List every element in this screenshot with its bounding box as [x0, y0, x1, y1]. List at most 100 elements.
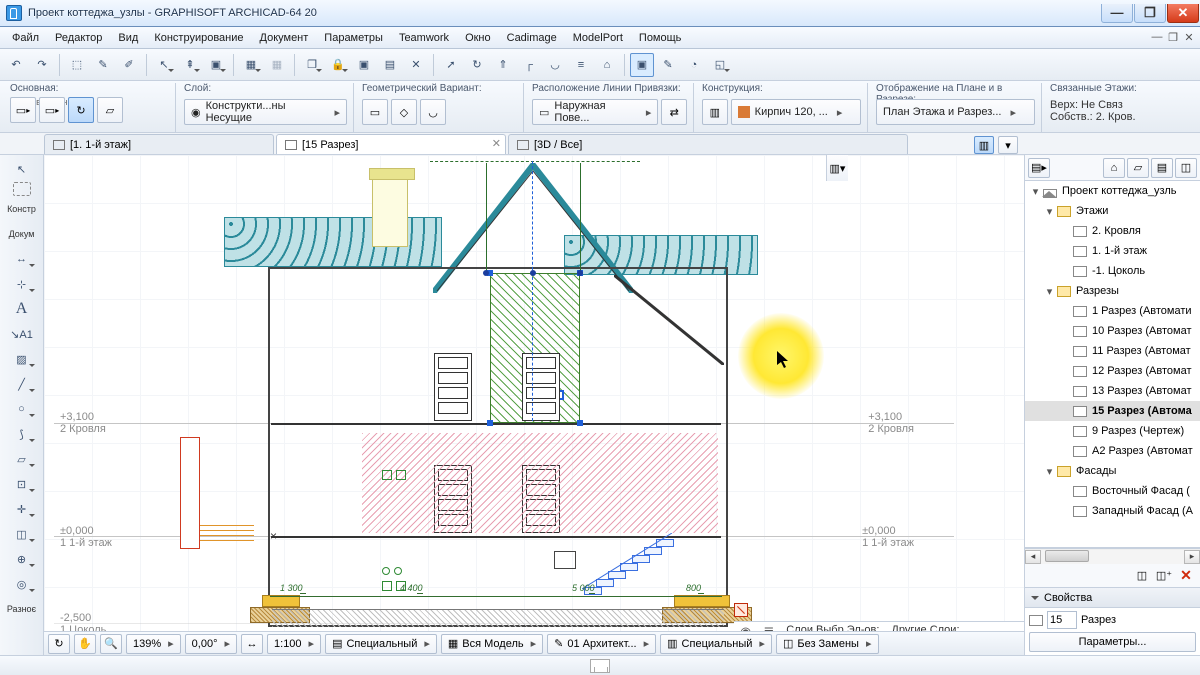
footer-tray-icon[interactable] — [590, 659, 610, 673]
menu-modelport[interactable]: ModelPort — [565, 30, 631, 46]
wall-tool-icon[interactable]: ↻ — [68, 97, 94, 123]
maximize-button[interactable]: ❐ — [1134, 4, 1166, 23]
menu-options[interactable]: Параметры — [316, 30, 391, 46]
label-tool[interactable]: ↘A1 — [8, 322, 36, 346]
menu-document[interactable]: Документ — [252, 30, 317, 46]
home-button[interactable]: ⌂ — [595, 53, 619, 77]
grid-button[interactable]: ▦ — [239, 53, 263, 77]
copy-mode-button[interactable]: ❐ — [300, 53, 324, 77]
eyedrop-button[interactable]: ✐ — [117, 53, 141, 77]
brush-button[interactable]: ✎ — [91, 53, 115, 77]
line-tool[interactable]: ╱ — [8, 372, 36, 396]
guide-mode-button[interactable]: ⇞ — [178, 53, 202, 77]
geom-curve-button[interactable]: ◡ — [420, 99, 446, 125]
menu-cadimage[interactable]: Cadimage — [499, 30, 565, 46]
constr-type-button[interactable]: ▥ — [702, 99, 728, 125]
menu-design[interactable]: Конструирование — [146, 30, 251, 46]
suspend-button[interactable]: ✕ — [404, 53, 428, 77]
error-badge[interactable] — [734, 603, 748, 617]
layer-combo[interactable]: ◉ Конструкти...ны Несущие ▸ — [184, 99, 347, 125]
tree-stories[interactable]: Этажи — [1076, 205, 1108, 217]
geom-straight-button[interactable]: ▭ — [362, 99, 388, 125]
constr-combo[interactable]: Кирпич 120, ... ▸ — [731, 99, 861, 125]
dimension-tool[interactable]: ↔ — [8, 247, 36, 271]
tree-sec-1[interactable]: 1 Разрез (Автомати — [1092, 305, 1192, 317]
navigator-tree[interactable]: ▾Проект коттеджа_узль ▾Этажи 2. Кровля 1… — [1025, 181, 1200, 548]
polyline-tool[interactable]: ▱ — [8, 447, 36, 471]
nav-view-button[interactable]: ▱ — [1127, 158, 1149, 178]
nav-mode-arrow[interactable]: ▾ — [998, 136, 1018, 154]
default-settings-button[interactable]: ▭▸ — [10, 97, 36, 123]
marquee-tool[interactable] — [13, 182, 31, 196]
tree-sec-a2[interactable]: A2 Разрез (Автомат — [1092, 445, 1193, 457]
tab-floorplan[interactable]: [1. 1-й этаж] — [44, 134, 274, 154]
prop-id-input[interactable] — [1047, 611, 1077, 629]
fill-tool[interactable]: ▨ — [8, 347, 36, 371]
combo-a[interactable]: ▤Специальный▸ — [325, 634, 437, 654]
tree-sec-15[interactable]: 15 Разрез (Автома — [1092, 405, 1192, 417]
iso-button[interactable]: ▣ — [630, 53, 654, 77]
group-button[interactable]: ▣ — [352, 53, 376, 77]
document-group-label[interactable]: Докум — [2, 222, 42, 246]
scroll-right-button[interactable]: ▸ — [1184, 550, 1200, 564]
tab-3d[interactable]: [3D / Все] — [508, 134, 908, 154]
cursor-mode-button[interactable]: ↖ — [152, 53, 176, 77]
grid-off-button[interactable]: ▦ — [265, 53, 289, 77]
level-tool[interactable]: ⊹ — [8, 272, 36, 296]
fit-button[interactable]: ↻ — [48, 634, 70, 654]
scale-value[interactable]: 1:100▸ — [267, 634, 321, 654]
menu-edit[interactable]: Редактор — [47, 30, 110, 46]
nav-menu-button[interactable]: ▤▸ — [1028, 158, 1050, 178]
zoom-button[interactable]: 🔍 — [100, 634, 122, 654]
flip-button[interactable]: ▱ — [97, 97, 123, 123]
lock-button[interactable]: 🔒 — [326, 53, 350, 77]
nav-dropdown-button[interactable]: ▥▾ — [826, 155, 848, 181]
drawing-tool[interactable]: ⊡ — [8, 472, 36, 496]
properties-header[interactable]: Свойства — [1025, 588, 1200, 608]
nav-mode-project[interactable]: ▥ — [974, 136, 994, 154]
level-button[interactable]: ≡ — [569, 53, 593, 77]
redo-button[interactable]: ↷ — [30, 53, 54, 77]
tree-sec-13[interactable]: 13 Разрез (Автомат — [1092, 385, 1192, 397]
pen-button[interactable]: ✎ — [656, 53, 680, 77]
combo-e[interactable]: ◫Без Замены▸ — [776, 634, 879, 654]
layers-button[interactable]: ◔ — [682, 53, 706, 77]
object-tool[interactable]: ⊕ — [8, 547, 36, 571]
misc-group-label[interactable]: Разноє — [2, 597, 42, 621]
scale-icon[interactable]: ↔ — [241, 634, 263, 654]
scroll-thumb[interactable] — [1045, 550, 1089, 562]
tree-elev-w[interactable]: Западный Фасад (А — [1092, 505, 1193, 517]
menu-file[interactable]: Файл — [4, 30, 47, 46]
figure-tool[interactable]: ◫ — [8, 522, 36, 546]
combo-b[interactable]: ▦Вся Модель▸ — [441, 634, 543, 654]
close-button[interactable]: ✕ — [1167, 4, 1199, 23]
new-view-button[interactable]: ◫ — [1134, 568, 1150, 584]
cube-button[interactable]: ◱ — [708, 53, 732, 77]
arrow-tool-button[interactable]: ➚ — [439, 53, 463, 77]
geom-chain-button[interactable]: ◇ — [391, 99, 417, 125]
ungroup-button[interactable]: ▤ — [378, 53, 402, 77]
scroll-left-button[interactable]: ◂ — [1025, 550, 1041, 564]
text-tool[interactable]: A — [8, 297, 36, 321]
tree-story-1[interactable]: 1. 1-й этаж — [1092, 245, 1147, 257]
snap-mode-button[interactable]: ▣ — [204, 53, 228, 77]
combo-d[interactable]: ▥Специальный▸ — [660, 634, 772, 654]
menu-window[interactable]: Окно — [457, 30, 499, 46]
snap-combo[interactable]: ▭ Наружная Пове... ▸ — [532, 99, 658, 125]
tree-story-base[interactable]: -1. Цоколь — [1092, 265, 1145, 277]
minimize-button[interactable]: — — [1101, 4, 1133, 23]
tab-section[interactable]: [15 Разрез] ✕ — [276, 134, 506, 154]
tree-root[interactable]: Проект коттеджа_узль — [1062, 185, 1177, 197]
arc-tool[interactable]: ⟆ — [8, 422, 36, 446]
select-all-button[interactable]: ▭▸ — [39, 97, 65, 123]
mdi-minimize-icon[interactable]: — — [1150, 31, 1164, 44]
menu-teamwork[interactable]: Teamwork — [391, 30, 457, 46]
nav-layout-button[interactable]: ▤ — [1151, 158, 1173, 178]
snap-flip-button[interactable]: ⇄ — [661, 99, 687, 125]
reshape-button[interactable]: ↻ — [465, 53, 489, 77]
settings-button[interactable]: Параметры... — [1029, 632, 1196, 652]
pick-button[interactable]: ⬚ — [65, 53, 89, 77]
change-tool[interactable]: ◎ — [8, 572, 36, 596]
zoom-value[interactable]: 139%▸ — [126, 634, 181, 654]
design-group-label[interactable]: Констр — [2, 197, 42, 221]
